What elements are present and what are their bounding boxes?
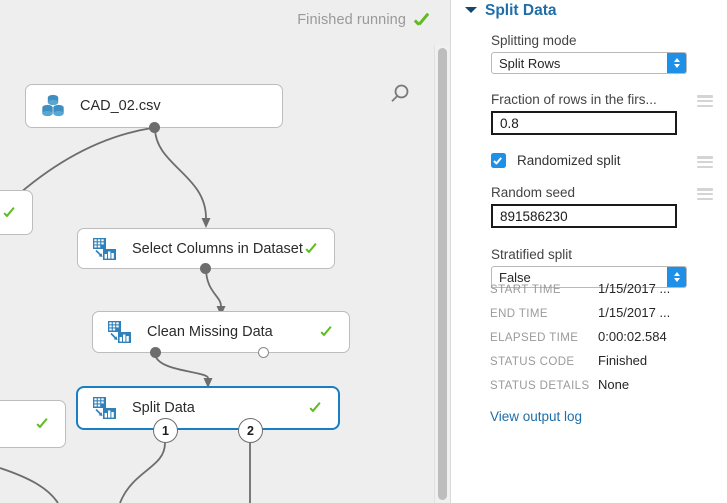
port-select-columns-output[interactable] [200,263,211,274]
splitting-mode-select-wrap[interactable]: Split Rows [491,52,687,74]
node-clean-missing-data-label: Clean Missing Data [147,324,273,340]
metadata-value: Finished [598,353,648,368]
randomized-split-checkbox[interactable] [491,153,506,168]
run-status-text: Finished running [297,12,406,28]
parameter-range-icon[interactable] [697,95,713,107]
module-icon [92,236,120,262]
field-randomized-split: Randomized split [491,153,713,168]
port-clean-missing-output-1[interactable] [150,347,161,358]
search-icon[interactable] [388,82,412,106]
metadata-key: END TIME [490,308,548,320]
offscreen-node-lower[interactable] [0,400,66,448]
app-root: Finished running CAD_02.csv Select Colum… [0,0,727,503]
parameter-range-icon[interactable] [697,188,713,200]
panel-header[interactable]: Split Data [465,2,556,20]
node-clean-missing-data[interactable]: Clean Missing Data [92,311,350,353]
run-status: Finished running [297,10,433,30]
fraction-of-rows-input[interactable] [491,111,677,135]
port-split-data-output-2[interactable]: 2 [238,418,263,443]
module-icon [107,319,135,345]
metadata-row: ELAPSED TIME 0:00:02.584 [490,329,690,353]
randomized-split-row[interactable]: Randomized split [491,153,621,168]
metadata-row: START TIME 1/15/2017 ... [490,281,690,305]
node-split-data[interactable]: Split Data [76,386,340,430]
field-random-seed: Random seed [491,185,713,228]
port-clean-missing-output-2[interactable] [258,347,269,358]
splitting-mode-select[interactable]: Split Rows [491,52,687,74]
metadata-value: 1/15/2017 ... [598,305,671,320]
panel-divider [450,0,451,503]
node-dataset-cad-02-label: CAD_02.csv [80,98,161,114]
port-dataset-output[interactable] [149,122,160,133]
experiment-canvas[interactable]: Finished running CAD_02.csv Select Colum… [0,0,451,503]
canvas-scrollbar-thumb[interactable] [438,48,447,500]
metadata-key: STATUS CODE [490,356,575,368]
view-output-log-link[interactable]: View output log [490,409,582,424]
check-icon [413,10,433,30]
port-split-data-output-1[interactable]: 1 [153,418,178,443]
metadata-value: 1/15/2017 ... [598,281,671,296]
canvas-scrollbar[interactable] [434,45,450,503]
parameter-range-icon[interactable] [697,156,713,168]
offscreen-node-upper[interactable] [0,190,33,235]
metadata-key: STATUS DETAILS [490,380,590,392]
panel-fields: Splitting mode Split Rows Fraction of ro… [491,27,713,288]
triangle-collapse-icon[interactable] [465,6,477,19]
node-split-data-label: Split Data [132,400,195,416]
node-select-columns-in-dataset-label: Select Columns in Dataset [132,240,303,257]
check-icon [304,241,320,257]
metadata-value: None [598,377,630,392]
panel-title-text: Split Data [485,2,557,19]
splitting-mode-label: Splitting mode [491,33,577,48]
database-icon [40,93,68,119]
run-metadata: START TIME 1/15/2017 ... END TIME 1/15/2… [490,281,690,401]
check-icon [308,400,324,416]
metadata-row: STATUS CODE Finished [490,353,690,377]
module-icon [92,395,120,421]
stratified-split-label: Stratified split [491,247,573,262]
check-icon [2,205,18,221]
metadata-row: STATUS DETAILS None [490,377,690,401]
randomized-split-label: Randomized split [517,153,621,168]
random-seed-input[interactable] [491,204,677,228]
properties-panel: Split Data Splitting mode Split Rows Fra… [451,0,727,503]
field-splitting-mode: Splitting mode Split Rows [491,33,713,74]
fraction-of-rows-label: Fraction of rows in the firs... [491,92,657,107]
field-fraction-of-rows: Fraction of rows in the firs... [491,92,713,135]
metadata-key: ELAPSED TIME [490,332,579,344]
check-icon [35,416,51,432]
check-icon [319,324,335,340]
metadata-row: END TIME 1/15/2017 ... [490,305,690,329]
metadata-key: START TIME [490,284,561,296]
random-seed-label: Random seed [491,185,576,200]
metadata-value: 0:00:02.584 [598,329,667,344]
